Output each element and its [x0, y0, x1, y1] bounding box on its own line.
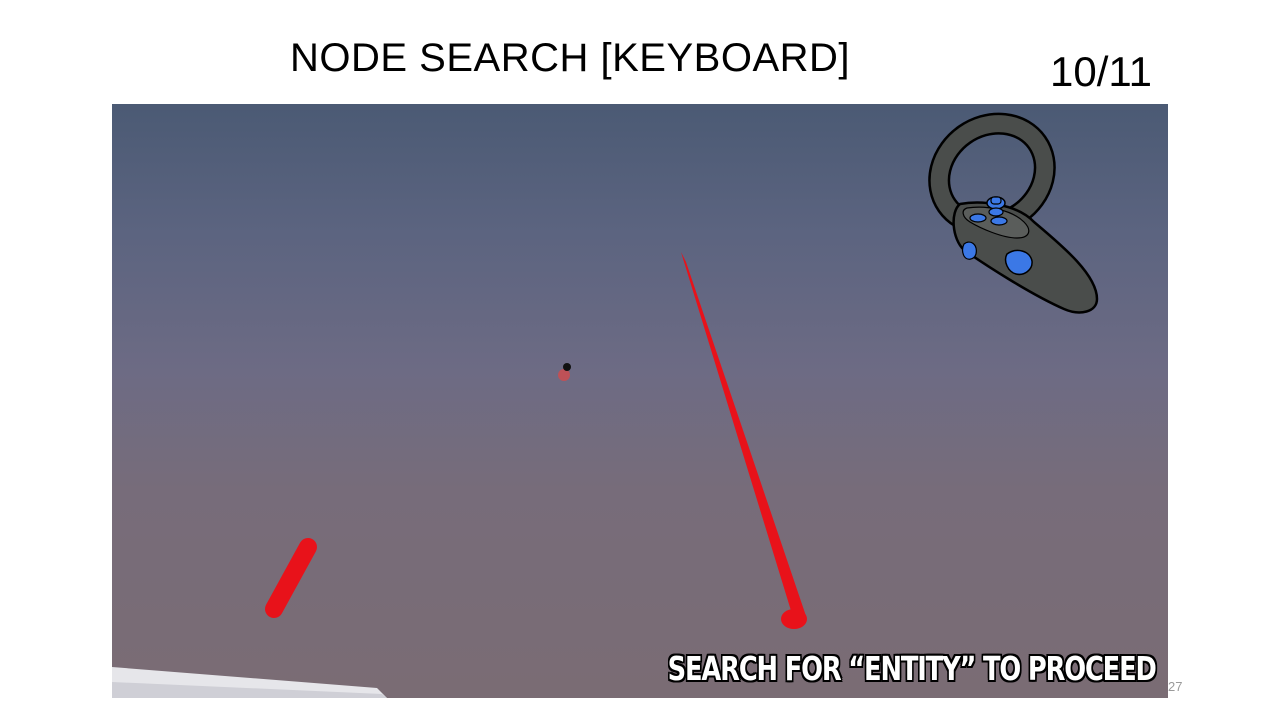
left-hand-pointer — [265, 538, 317, 618]
vr-scene-viewport[interactable]: SEARCH FOR “ENTITY” TO PROCEED — [112, 104, 1168, 698]
slide-title: NODE SEARCH [KEYBOARD] — [290, 36, 851, 80]
laser-beam-tip — [781, 609, 807, 629]
slide: NODE SEARCH [KEYBOARD] 10/11 SEARCH FOR … — [0, 0, 1280, 720]
page-number: 27 — [1168, 679, 1183, 694]
vr-controller-icon — [928, 112, 1099, 314]
scene-caption: SEARCH FOR “ENTITY” TO PROCEED — [667, 649, 1157, 688]
reticle-dot — [563, 363, 571, 371]
vr-scene-graphics — [112, 112, 1099, 698]
laser-beam — [681, 252, 806, 626]
slide-counter: 10/11 — [1050, 48, 1152, 95]
